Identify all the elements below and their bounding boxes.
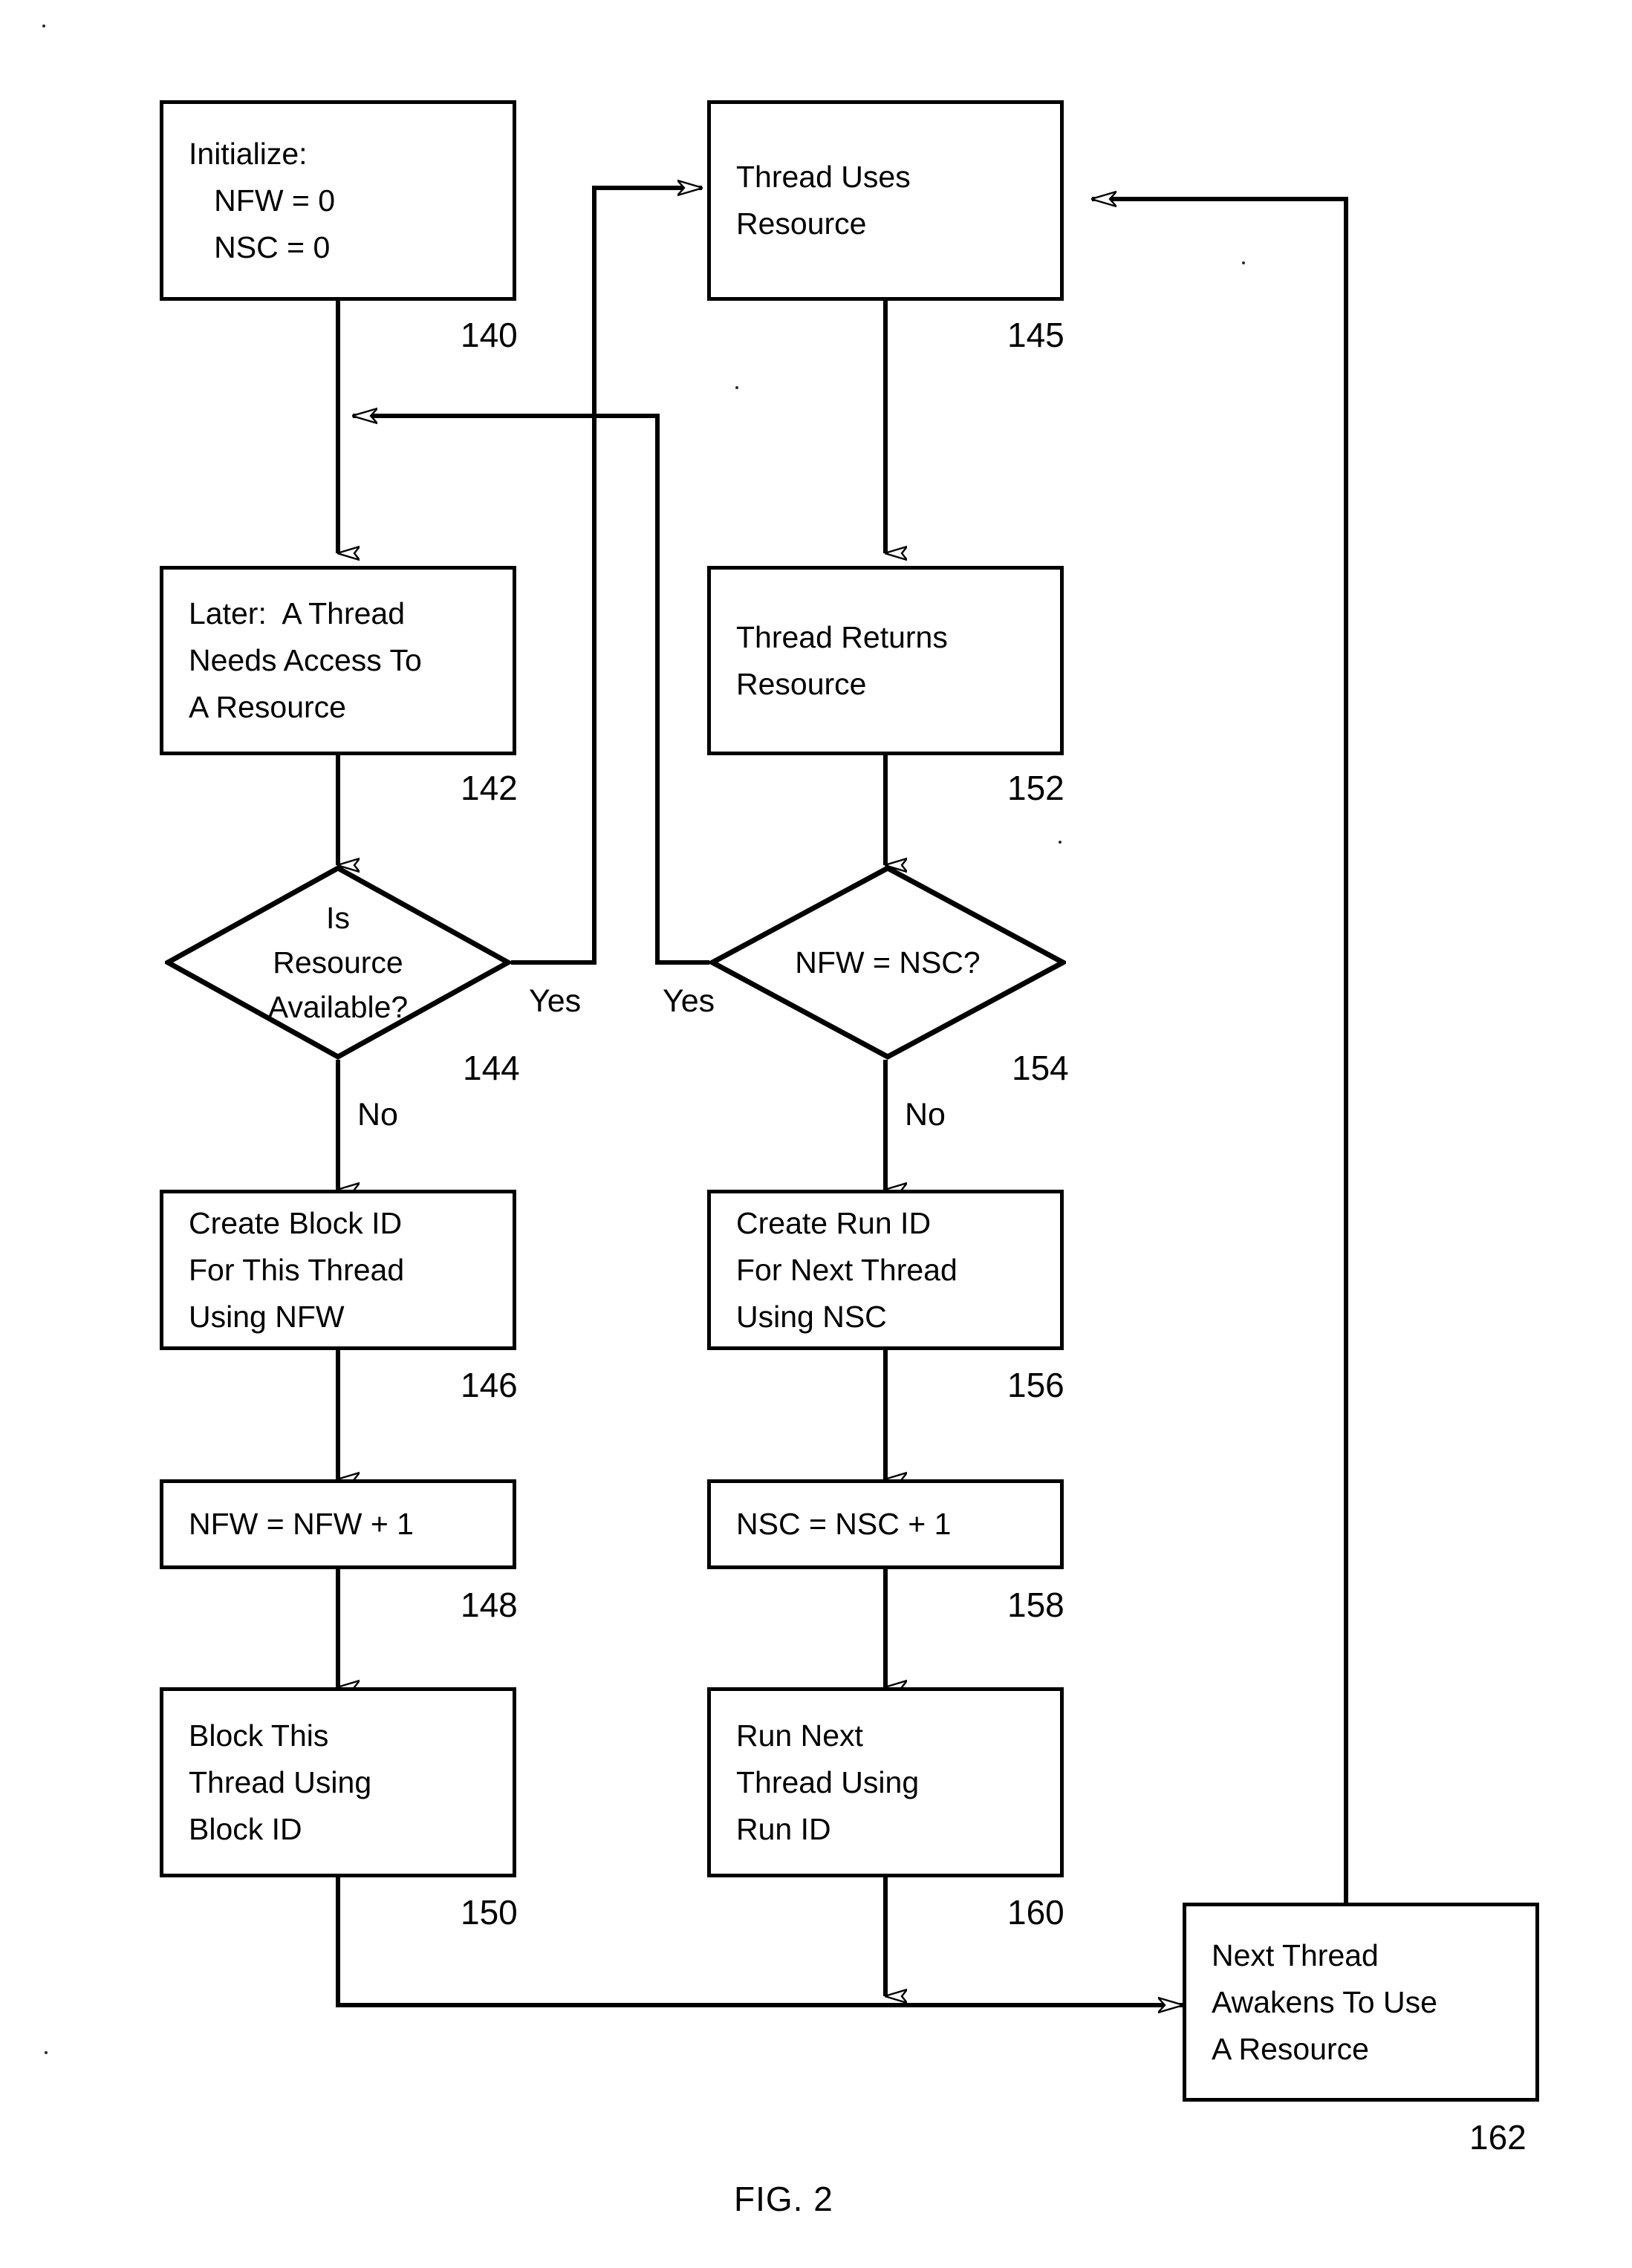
- decision-is-resource-available: Is Resource Available?: [162, 864, 514, 1060]
- scan-speck: [1059, 841, 1062, 844]
- scan-speck: [45, 2051, 48, 2054]
- node-block-this-thread-line-2: Block ID: [189, 1811, 302, 1846]
- node-block-this-thread-line-1: Thread Using: [189, 1764, 372, 1799]
- node-create-run-id-line-2: Using NSC: [736, 1299, 887, 1334]
- ref-numeral-158: 158: [1007, 1586, 1064, 1624]
- node-next-thread-awakens-line-1: Awakens To Use: [1212, 1984, 1437, 2019]
- node-run-next-thread-line-1: Thread Using: [736, 1764, 920, 1799]
- decision-is-resource-available-text: Is Resource Available?: [165, 865, 511, 1060]
- scan-speck: [735, 386, 738, 389]
- decision-is-resource-available-line-1: Resource: [273, 945, 403, 980]
- node-next-thread-awakens: Next Thread Awakens To Use A Resource: [1183, 1903, 1539, 2102]
- node-later-thread-needs-access-line-1: Needs Access To: [189, 643, 422, 677]
- ref-numeral-152: 152: [1007, 769, 1064, 807]
- edge-label-available-yes: Yes: [529, 983, 582, 1019]
- node-initialize-line-0: Initialize:: [189, 136, 308, 171]
- node-thread-uses-resource-line-1: Resource: [736, 206, 867, 241]
- ref-numeral-146: 146: [461, 1366, 518, 1404]
- ref-numeral-140: 140: [461, 316, 518, 354]
- patent-figure-page: Initialize: NFW = 0 NSC = 0 140 Thread U…: [0, 0, 1632, 2268]
- ref-numeral-144: 144: [463, 1049, 520, 1087]
- node-block-this-thread: Block This Thread Using Block ID: [160, 1687, 516, 1877]
- node-create-run-id: Create Run ID For Next Thread Using NSC: [707, 1190, 1064, 1350]
- node-create-block-id-line-1: For This Thread: [189, 1252, 405, 1287]
- decision-is-resource-available-line-0: Is: [326, 901, 350, 935]
- node-later-thread-needs-access-line-0: Later: A Thread: [189, 596, 406, 630]
- node-create-run-id-line-1: For Next Thread: [736, 1252, 958, 1287]
- node-block-this-thread-line-0: Block This: [189, 1718, 329, 1753]
- node-increment-nsc-line-0: NSC = NSC + 1: [736, 1507, 952, 1541]
- node-thread-uses-resource: Thread Uses Resource: [707, 100, 1064, 301]
- node-run-next-thread-line-2: Run ID: [736, 1811, 831, 1846]
- node-initialize-line-1: NFW = 0: [189, 183, 336, 218]
- edge-label-available-no: No: [357, 1097, 398, 1133]
- decision-nfw-equals-nsc: NFW = NSC?: [706, 865, 1069, 1060]
- ref-numeral-150: 150: [461, 1893, 518, 1932]
- node-next-thread-awakens-line-0: Next Thread: [1212, 1938, 1379, 1972]
- node-thread-returns-resource: Thread Returns Resource: [707, 566, 1064, 755]
- ref-numeral-154: 154: [1012, 1049, 1069, 1087]
- ref-numeral-145: 145: [1007, 316, 1064, 354]
- node-next-thread-awakens-line-2: A Resource: [1212, 2031, 1369, 2066]
- node-initialize-line-2: NSC = 0: [189, 229, 331, 264]
- edge-label-nfw-nsc-yes: Yes: [663, 983, 715, 1019]
- ref-numeral-148: 148: [461, 1586, 518, 1624]
- node-create-run-id-line-0: Create Run ID: [736, 1205, 932, 1240]
- node-later-thread-needs-access-line-2: A Resource: [189, 690, 346, 724]
- node-run-next-thread-line-0: Run Next: [736, 1718, 863, 1753]
- node-create-block-id-line-0: Create Block ID: [189, 1205, 403, 1240]
- scan-speck: [42, 25, 45, 27]
- node-run-next-thread: Run Next Thread Using Run ID: [707, 1687, 1064, 1877]
- ref-numeral-160: 160: [1007, 1893, 1064, 1932]
- ref-numeral-156: 156: [1007, 1366, 1064, 1404]
- node-create-block-id: Create Block ID For This Thread Using NF…: [160, 1190, 516, 1350]
- scan-speck: [1242, 261, 1245, 264]
- node-increment-nfw: NFW = NFW + 1: [160, 1479, 516, 1569]
- decision-nfw-equals-nsc-text: NFW = NSC?: [709, 865, 1066, 1060]
- node-create-block-id-line-2: Using NFW: [189, 1299, 345, 1334]
- decision-nfw-equals-nsc-line-0: NFW = NSC?: [795, 945, 981, 980]
- figure-caption: FIG. 2: [734, 2180, 833, 2218]
- node-initialize: Initialize: NFW = 0 NSC = 0: [160, 100, 516, 301]
- decision-is-resource-available-line-2: Available?: [267, 990, 409, 1024]
- edge-label-nfw-nsc-no: No: [905, 1097, 946, 1133]
- ref-numeral-142: 142: [461, 769, 518, 807]
- node-later-thread-needs-access: Later: A Thread Needs Access To A Resour…: [160, 566, 516, 755]
- node-thread-returns-resource-line-1: Resource: [736, 666, 867, 701]
- node-thread-uses-resource-line-0: Thread Uses: [736, 160, 911, 194]
- ref-numeral-162: 162: [1469, 2118, 1527, 2157]
- node-thread-returns-resource-line-0: Thread Returns: [736, 619, 948, 654]
- node-increment-nfw-line-0: NFW = NFW + 1: [189, 1507, 414, 1541]
- node-increment-nsc: NSC = NSC + 1: [707, 1479, 1064, 1569]
